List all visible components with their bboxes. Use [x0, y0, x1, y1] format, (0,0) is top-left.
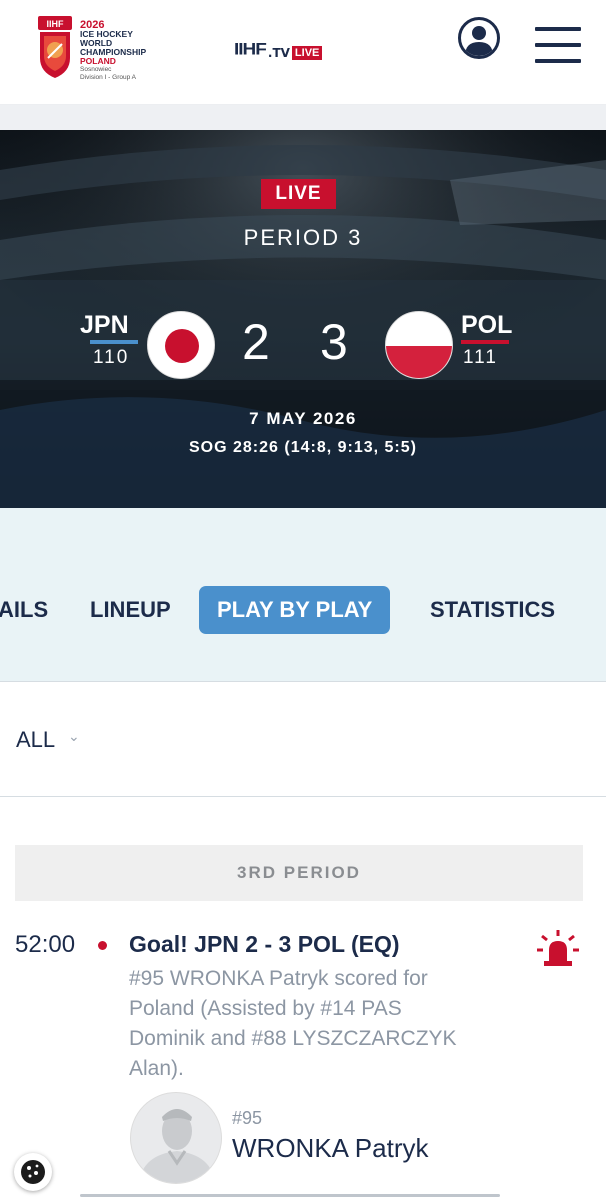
player-avatar[interactable] [130, 1092, 222, 1184]
shots-on-goal: SOG 28:26 (14:8, 9:13, 5:5) [189, 439, 417, 456]
tv-live-badge: LIVE [291, 45, 323, 60]
home-indicator-bar [80, 1194, 500, 1197]
cookie-icon [21, 1160, 45, 1184]
scoreboard-hero: LIVE PERIOD 3 JPN 110 2 3 POL 111 7 MAY … [0, 130, 606, 508]
logo-country: POLAND [80, 56, 116, 66]
away-score: 3 [320, 314, 348, 370]
hamburger-icon-bar [535, 43, 581, 47]
poland-flag-icon[interactable] [385, 311, 453, 379]
event-filter: ALL ⌄ [0, 683, 606, 797]
hamburger-icon-bar [535, 59, 581, 63]
japan-flag-icon[interactable] [147, 311, 215, 379]
period-section-header: 3RD PERIOD [15, 845, 583, 901]
tab-lineup[interactable]: LINEUP [90, 586, 171, 634]
home-score: 2 [242, 314, 270, 370]
tab-play-by-play[interactable]: PLAY BY PLAY [199, 586, 391, 634]
user-icon [465, 26, 493, 56]
event-description: #95 WRONKA Patryk scored for Poland (Ass… [129, 967, 457, 1080]
header-divider-band [0, 105, 606, 130]
current-period: PERIOD 3 [243, 225, 363, 250]
home-team-color-bar [90, 340, 138, 344]
logo-division: Division I - Group A [80, 74, 136, 81]
tv-suffix: .TV [267, 46, 290, 60]
event-marker-dot [98, 941, 107, 950]
hamburger-icon [535, 27, 581, 31]
event-time: 52:00 [15, 931, 76, 958]
cookie-settings-button[interactable] [14, 1153, 52, 1191]
game-tabs: AILS LINEUP PLAY BY PLAY STATISTICS [0, 508, 606, 682]
player-silhouette-icon [139, 1109, 215, 1183]
live-status-badge: LIVE [261, 179, 336, 209]
siren-icon [537, 930, 579, 966]
championship-logo[interactable]: IIHF 2026 ICE HOCKEY WORLD CHAMPIONSHIP … [36, 14, 176, 81]
tab-details[interactable]: AILS [0, 586, 48, 634]
user-account-button[interactable] [458, 17, 500, 59]
site-header: IIHF 2026 ICE HOCKEY WORLD CHAMPIONSHIP … [0, 0, 606, 105]
hamburger-menu-button[interactable] [535, 27, 581, 63]
away-team-color-bar [461, 340, 509, 344]
iihf-tv-live-logo[interactable]: IIHF .TV LIVE [234, 40, 323, 60]
away-team-code[interactable]: POL [461, 311, 512, 340]
chevron-down-icon[interactable]: ⌄ [68, 729, 80, 745]
game-date: 7 MAY 2026 [249, 409, 357, 428]
filter-dropdown[interactable]: ALL [16, 727, 55, 753]
svg-text:IIHF: IIHF [47, 19, 65, 29]
home-team-code[interactable]: JPN [80, 311, 129, 340]
player-name[interactable]: WRONKA Patryk [232, 1133, 428, 1164]
tab-statistics[interactable]: STATISTICS [430, 586, 555, 634]
player-number: #95 [232, 1108, 263, 1128]
iihf-crest-icon: IIHF [38, 16, 72, 78]
event-title: Goal! JPN 2 - 3 POL (EQ) [129, 931, 400, 957]
tv-brand: IIHF [234, 40, 267, 59]
logo-city: Sosnowiec [80, 66, 112, 73]
away-team-record: 111 [463, 347, 498, 368]
home-team-record: 110 [93, 347, 130, 368]
